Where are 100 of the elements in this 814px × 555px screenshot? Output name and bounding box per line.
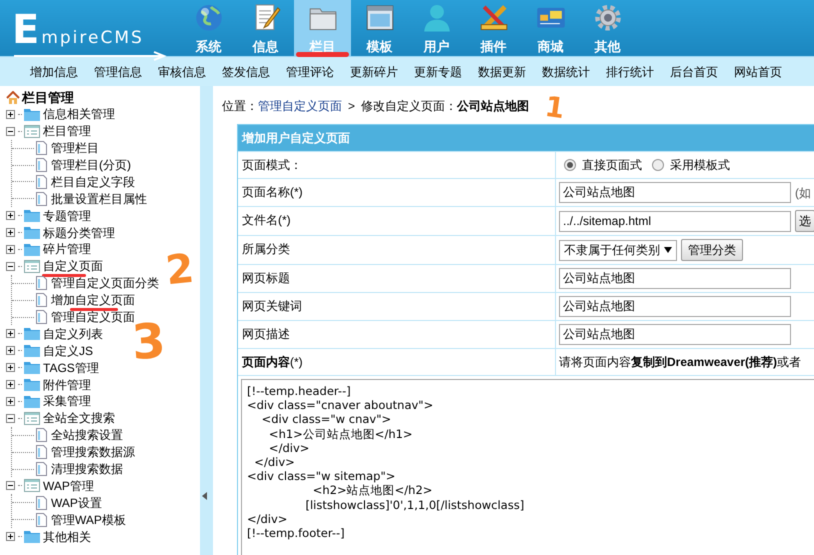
tree-item[interactable]: 附件管理 [42,376,92,394]
submenu-link[interactable]: 更新碎片 [342,62,406,80]
nav-tab[interactable]: 系统 [180,0,237,56]
annotation-underline [296,52,349,57]
tree-item[interactable]: 专题管理 [42,206,92,225]
logo: EmpireCMS [0,0,180,56]
breadcrumb-label: 修改自定义页面： [361,98,458,115]
text-input[interactable]: 公司站点地图 [559,268,791,289]
page-icon [36,192,47,206]
tree-item[interactable]: 碎片管理 [42,240,92,258]
radio-button[interactable] [564,159,576,171]
select-button[interactable]: 选 [795,210,814,232]
page-icon [36,445,47,460]
expand-toggle-icon[interactable] [6,396,15,406]
tree-item[interactable]: 栏目管理 [42,122,92,140]
category-select[interactable]: 不隶属于任何类别 [559,240,677,260]
text-input[interactable]: 公司站点地图 [559,296,791,317]
breadcrumb-link[interactable]: 管理自定义页面 [258,97,342,115]
expand-toggle-icon[interactable] [6,532,15,542]
tree-item[interactable]: 增加自定义页面 [50,291,136,310]
tree-item[interactable]: 管理WAP模板 [50,510,127,529]
submenu-link[interactable]: 排行统计 [598,62,662,80]
handwritten-digit: 2 [164,248,196,292]
tree-item[interactable]: 采集管理 [42,392,92,410]
expand-toggle-icon[interactable] [6,126,15,136]
nav-tab[interactable]: 商城 [522,0,579,56]
field-label: 页面内容(*) [238,349,556,375]
expand-toggle-icon[interactable] [6,211,15,220]
nav-tab[interactable]: 其他 [579,0,636,56]
submenu-link[interactable]: 网站首页 [726,62,790,80]
expand-toggle-icon[interactable] [6,262,15,271]
text-input[interactable]: ../../sitemap.html [559,210,791,232]
expand-toggle-icon[interactable] [6,380,15,390]
tree-item[interactable]: 标题分类管理 [42,224,116,242]
submenu-link[interactable]: 管理信息 [86,62,150,80]
expand-toggle-icon[interactable] [6,228,15,238]
page-icon [36,428,47,442]
field-label: 网页描述 [238,321,556,348]
tree-item[interactable]: 信息相关管理 [42,105,116,124]
folder-icon [24,361,40,374]
page-icon [36,174,47,189]
tree-item[interactable]: 栏目自定义字段 [50,172,136,191]
expand-toggle-icon[interactable] [6,244,15,254]
submenu-link[interactable]: 管理评论 [278,62,342,80]
tree-item[interactable]: 管理搜索数据源 [50,443,136,462]
tree-item[interactable]: 其他相关 [42,528,92,546]
expand-toggle-icon[interactable] [6,110,15,119]
submenu-link[interactable]: 数据统计 [534,62,598,80]
expand-toggle-icon[interactable] [6,481,15,490]
nav-tab[interactable]: 插件 [465,0,522,56]
submenu-link[interactable]: 后台首页 [662,62,726,80]
tree-item[interactable]: WAP管理 [42,476,95,495]
tree-item[interactable]: 管理栏目(分页) [50,156,132,174]
submenu-link[interactable]: 签发信息 [214,62,278,80]
tree-item[interactable]: 管理栏目 [50,139,100,158]
page-icon [36,496,47,510]
expand-toggle-icon[interactable] [6,414,15,423]
tree-item[interactable]: TAGS管理 [42,358,100,377]
nav-tab[interactable]: 信息 [237,0,294,56]
folder-icon [24,378,40,392]
radio-label: 采用模板式 [670,157,730,174]
field-label: 网页标题 [238,265,556,292]
form-title: 增加用户自定义页面 [238,125,814,151]
submenu-link[interactable]: 审核信息 [150,62,214,80]
submenu-link[interactable]: 数据更新 [470,62,534,80]
manage-category-button[interactable]: 管理分类 [681,239,743,261]
folder-icon [24,242,40,256]
tree-item[interactable]: 管理自定义页面分类 [50,274,160,292]
annotation-underline [70,308,118,311]
caret-icon [664,247,672,253]
submenu-link[interactable]: 增加信息 [22,62,86,80]
submenu-link[interactable]: 更新专题 [406,62,470,80]
folder-icon [24,344,40,358]
expand-toggle-icon[interactable] [6,346,15,356]
nav-tab[interactable]: 模板 [351,0,408,56]
page-icon [36,462,47,476]
radio-button[interactable] [652,159,664,171]
tree-item[interactable]: 自定义JS [42,342,94,360]
annotation-underline [42,274,86,277]
page-icon [36,158,47,172]
expand-toggle-icon[interactable] [6,329,15,338]
tree-item[interactable]: 全站搜索设置 [50,426,124,444]
instruction-text: 请将页面内容复制到Dreamweaver(推荐)或者 [559,354,802,371]
field-label: 网页关键词 [238,293,556,320]
folder-icon [24,108,40,121]
nav-tab[interactable]: 用户 [408,0,465,56]
tree-item[interactable]: 管理自定义页面 [50,308,136,326]
text-input[interactable]: 公司站点地图 [559,182,791,203]
tree-item[interactable]: 批量设置栏目属性 [50,190,148,208]
content-textarea[interactable]: [!--temp.header--] <div class="cnaver aboutnav"> <div class="w cnav"> <h1>公司站点地图</h1> </div> </div> <div class="w sitemap"> <h2>站点地图</h2> [listshowclass]'0',1,1,0[/listshowclass] </div> [!--temp.footer--] [241,379,814,555]
field-label: 文件名(*) [238,207,556,235]
collapse-arrow-icon[interactable] [202,492,207,500]
tree-item[interactable]: 清理搜索数据 [50,460,124,478]
tree-item[interactable]: 自定义列表 [42,324,104,343]
tree-item[interactable]: 全站全文搜索 [42,409,116,428]
tree-item[interactable]: WAP设置 [50,494,103,512]
tree-item[interactable]: 自定义页面 [42,257,104,276]
text-input[interactable]: 公司站点地图 [559,324,791,345]
field-label: 页面模式： [238,152,556,178]
expand-toggle-icon[interactable] [6,363,15,372]
